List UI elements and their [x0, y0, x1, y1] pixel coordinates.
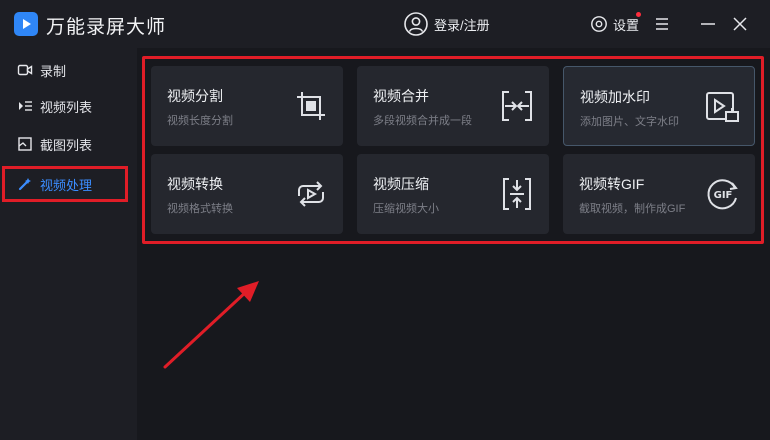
- login-button[interactable]: 登录/注册: [404, 12, 490, 36]
- app-title: 万能录屏大师: [46, 17, 167, 38]
- minimize-icon[interactable]: [698, 14, 718, 34]
- close-icon[interactable]: [730, 14, 750, 34]
- user-icon: [404, 12, 428, 36]
- card-desc: 截取视频，制作成GIF: [579, 203, 686, 215]
- gif-icon-text: GIF: [714, 190, 733, 201]
- sidebar-item-label: 录制: [40, 63, 67, 79]
- card-desc: 压缩视频大小: [373, 203, 439, 215]
- login-label: 登录/注册: [434, 17, 490, 33]
- screenshot-list-icon: [18, 137, 32, 151]
- card-video-to-gif[interactable]: 视频转GIF 截取视频，制作成GIF GIF: [563, 154, 755, 234]
- sidebar-item-video-process[interactable]: 视频处理: [0, 166, 137, 202]
- gear-icon: [591, 16, 607, 32]
- sidebar-item-record[interactable]: 录制: [0, 52, 137, 88]
- app-logo-icon: [14, 12, 38, 36]
- sidebar: 录制 视频列表 截图列表 视频处理: [0, 48, 137, 440]
- card-desc: 视频长度分割: [167, 115, 233, 127]
- card-video-merge[interactable]: 视频合并 多段视频合并成一段: [357, 66, 549, 146]
- sidebar-item-label: 截图列表: [40, 137, 93, 153]
- card-video-compress[interactable]: 视频压缩 压缩视频大小: [357, 154, 549, 234]
- card-title: 视频转换: [167, 176, 223, 192]
- sidebar-item-label: 视频列表: [40, 99, 93, 115]
- card-title: 视频加水印: [580, 89, 650, 105]
- record-icon: [17, 64, 33, 76]
- card-desc: 添加图片、文字水印: [580, 116, 679, 128]
- convert-icon: [298, 181, 324, 207]
- sidebar-item-video-list[interactable]: 视频列表: [0, 88, 137, 124]
- merge-icon: [502, 91, 532, 121]
- card-title: 视频分割: [167, 88, 223, 104]
- sidebar-item-label: 视频处理: [40, 177, 93, 193]
- card-title: 视频压缩: [373, 176, 429, 192]
- card-video-split[interactable]: 视频分割 视频长度分割: [151, 66, 343, 146]
- settings-button[interactable]: 设置: [590, 13, 639, 35]
- card-video-watermark[interactable]: 视频加水印 添加图片、文字水印: [563, 66, 755, 146]
- notification-dot: [636, 12, 641, 17]
- settings-label: 设置: [613, 17, 640, 33]
- sidebar-item-screenshot-list[interactable]: 截图列表: [0, 126, 137, 162]
- card-desc: 多段视频合并成一段: [373, 115, 472, 127]
- gif-icon: GIF: [707, 179, 738, 210]
- crop-icon: [297, 92, 325, 120]
- title-bar: 万能录屏大师 登录/注册 设置: [0, 0, 770, 48]
- compress-icon: [503, 178, 531, 210]
- watermark-icon: [706, 92, 739, 122]
- menu-icon[interactable]: [652, 14, 672, 34]
- card-video-convert[interactable]: 视频转换 视频格式转换: [151, 154, 343, 234]
- card-desc: 视频格式转换: [167, 203, 233, 215]
- card-title: 视频转GIF: [579, 176, 645, 192]
- card-title: 视频合并: [373, 88, 429, 104]
- video-list-icon: [19, 101, 32, 111]
- video-process-icon: [18, 178, 31, 191]
